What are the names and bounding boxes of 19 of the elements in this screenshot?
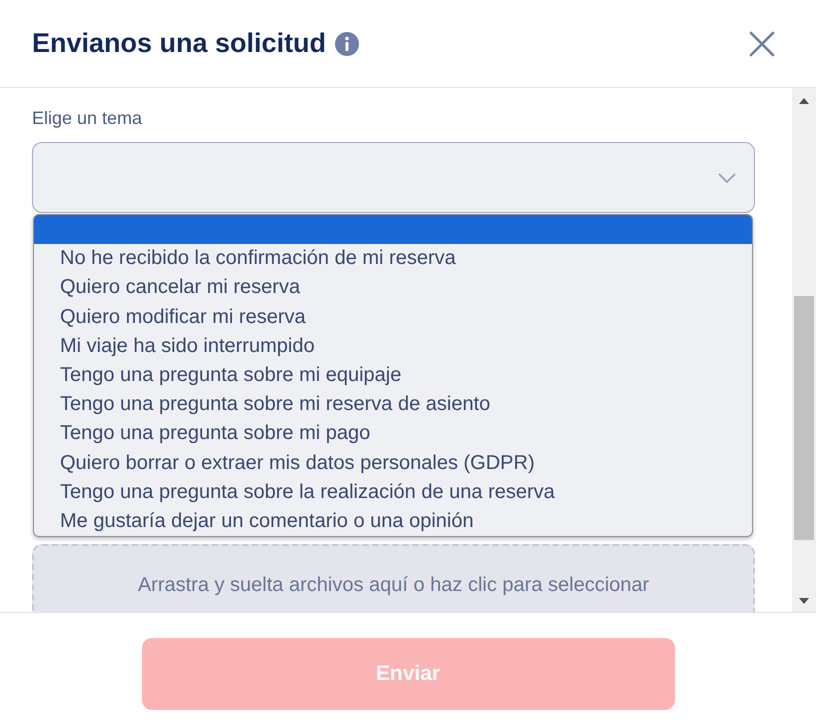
drop-zone-text: Arrastra y suelta archivos aquí o haz clic para seleccionar (138, 574, 650, 598)
option-item[interactable]: Quiero cancelar mi reserva (34, 273, 752, 303)
info-icon[interactable] (335, 32, 360, 56)
option-item[interactable]: Quiero modificar mi reserva (34, 302, 752, 332)
option-item[interactable]: Quiero borrar o extraer mis datos personales (GDPR) (34, 448, 752, 478)
file-drop-zone[interactable]: Arrastra y suelta archivos aquí o haz clic para seleccionar (32, 544, 755, 612)
dialog-title: Envianos una solicitud (32, 28, 326, 59)
close-button[interactable] (748, 30, 776, 58)
option-item[interactable]: Tengo una pregunta sobre la realización de una reserva (34, 478, 752, 507)
option-item[interactable]: Mi viaje ha sido interrumpido (34, 332, 752, 361)
field-label: Elige un tema (32, 108, 144, 129)
chevron-icon (718, 172, 736, 182)
scroll-bar[interactable] (792, 88, 816, 612)
option-item[interactable]: Tengo una pregunta sobre mi equipaje (34, 360, 752, 390)
option-item[interactable]: Tengo una pregunta sobre mi pago (34, 419, 752, 448)
option-item[interactable]: No he recibido la confirmación de mi reserva (34, 244, 752, 274)
topic-select[interactable] (32, 142, 755, 213)
option-item[interactable]: Me gustaría dejar un comentario o una opinión (34, 506, 752, 536)
option-item[interactable]: Tengo una pregunta sobre mi reserva de asiento (34, 390, 752, 420)
